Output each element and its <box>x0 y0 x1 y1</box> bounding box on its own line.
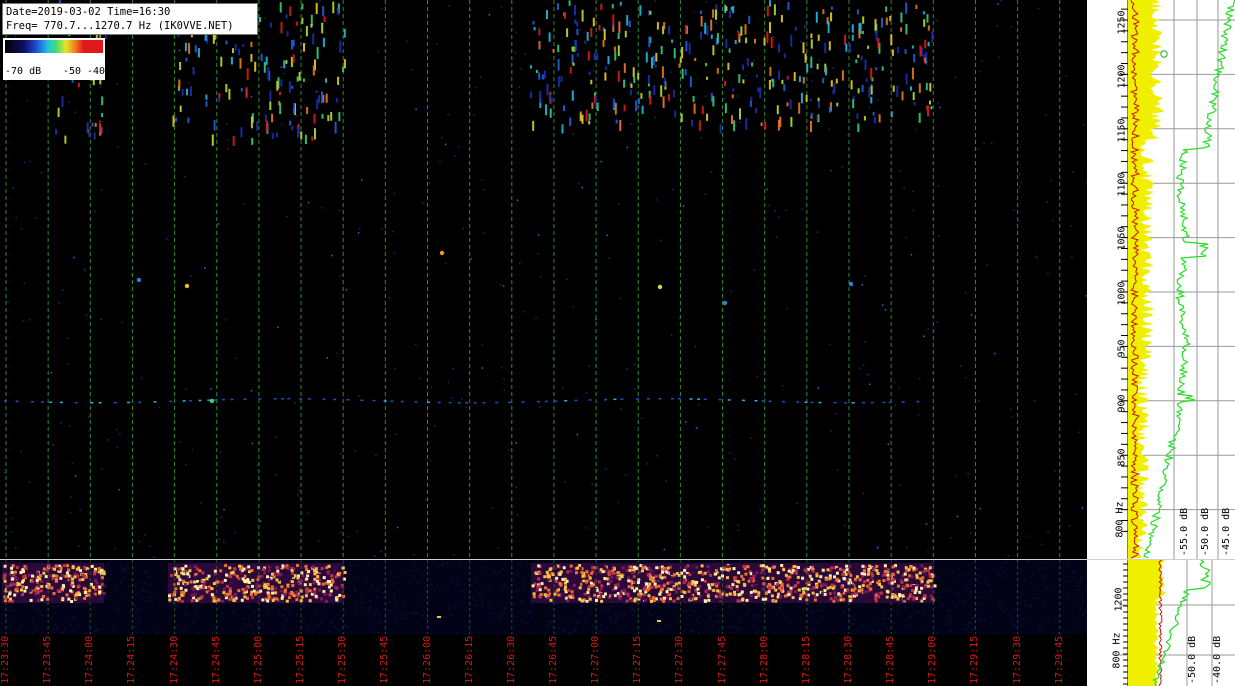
mini-freq-label-1200: 1200 <box>1113 587 1125 612</box>
freq-label-1000: 1000 <box>1116 281 1128 306</box>
db-label-50: -50.0 dB <box>1200 507 1211 556</box>
time-label: 17:29:45 <box>1053 635 1065 684</box>
time-label: 17:26:00 <box>421 635 433 684</box>
signal-blip <box>722 300 728 306</box>
db-label-45: -45.0 dB <box>1221 507 1232 556</box>
signal-blip <box>209 398 215 404</box>
waterfall-canvas <box>2 0 1087 559</box>
date-time-label: Date=2019-03-02 Time=16:30 <box>6 6 171 18</box>
waterfall-display[interactable] <box>0 0 1087 559</box>
freq-label-1200: 1200 <box>1116 64 1128 89</box>
mini-freq-label-800: 800 Hz <box>1111 632 1123 669</box>
freq-label-950: 950 <box>1116 339 1128 358</box>
time-label: 17:29:30 <box>1011 635 1023 684</box>
time-label: 17:26:15 <box>463 635 475 684</box>
time-label: 17:27:15 <box>632 635 644 684</box>
spectrum-fill <box>1128 0 1164 559</box>
signal-blip <box>848 281 854 287</box>
signal-blip <box>184 283 190 289</box>
time-label: 17:25:45 <box>379 635 391 684</box>
info-box: Date=2019-03-02 Time=16:30 Freq= 770.7..… <box>2 3 258 35</box>
scale-label-max: -40 <box>87 66 106 77</box>
time-label: 17:25:15 <box>295 635 307 684</box>
time-label: 17:25:00 <box>252 635 264 684</box>
time-label: 17:27:30 <box>674 635 686 684</box>
time-label: 17:27:00 <box>590 635 602 684</box>
freq-label-1100: 1100 <box>1116 172 1128 197</box>
time-label: 17:28:45 <box>885 635 897 684</box>
frequency-range-label: Freq= 770.7...1270.7 Hz (IK0VVE.NET) <box>6 20 234 32</box>
scale-label-mid: -50 <box>63 66 82 77</box>
noise-speckles <box>2 0 1087 559</box>
time-label: 17:27:45 <box>716 635 728 684</box>
time-label: 17:24:30 <box>168 635 180 684</box>
mini-db-label-40: -40.0 dB <box>1212 635 1223 684</box>
signal-blip <box>439 250 445 256</box>
signal-blip <box>136 277 142 283</box>
time-axis: 17:23:30 17:23:45 17:24:00 17:24:15 17:24:30… <box>0 634 1087 686</box>
time-label: 17:23:30 <box>0 635 11 684</box>
freq-label-900: 900 <box>1116 394 1128 413</box>
compressed-waterfall-canvas <box>0 560 1087 634</box>
time-label: 17:26:45 <box>547 635 559 684</box>
time-label: 17:29:00 <box>927 635 939 684</box>
compressed-waterfall[interactable] <box>0 560 1087 634</box>
freq-label-1050: 1050 <box>1116 226 1128 251</box>
color-scale-legend: -70 dB -50 -40 <box>3 38 105 80</box>
spectrum-panel: 1250 1200 1150 1100 1050 1000 950 900 85… <box>1087 0 1235 559</box>
compressed-spectrum-panel: 1200 800 Hz -50.0 dB -40.0 dB <box>1087 560 1235 686</box>
freq-label-800: 800 Hz <box>1114 501 1126 538</box>
time-label: 17:24:15 <box>126 635 138 684</box>
time-label: 17:23:45 <box>42 635 54 684</box>
time-label: 17:26:30 <box>505 635 517 684</box>
time-label: 17:28:15 <box>800 635 812 684</box>
time-label: 17:28:00 <box>758 635 770 684</box>
time-label: 17:24:45 <box>210 635 222 684</box>
freq-label-1150: 1150 <box>1116 118 1128 143</box>
mini-db-label-50: -50.0 dB <box>1187 635 1198 684</box>
time-label: 17:29:15 <box>969 635 981 684</box>
time-label: 17:25:30 <box>337 635 349 684</box>
freq-label-850: 850 <box>1116 448 1128 467</box>
time-label: 17:24:00 <box>84 635 96 684</box>
spectrum-canvas <box>1119 0 1235 559</box>
color-scale-bar <box>5 40 103 53</box>
time-label: 17:28:30 <box>843 635 854 684</box>
freq-label-1250: 1250 <box>1116 10 1128 35</box>
scale-label-min: -70 dB <box>5 66 42 77</box>
spectrum-average-line <box>1143 0 1235 559</box>
signal-blip <box>657 284 663 290</box>
db-label-55: -55.0 dB <box>1179 507 1190 556</box>
